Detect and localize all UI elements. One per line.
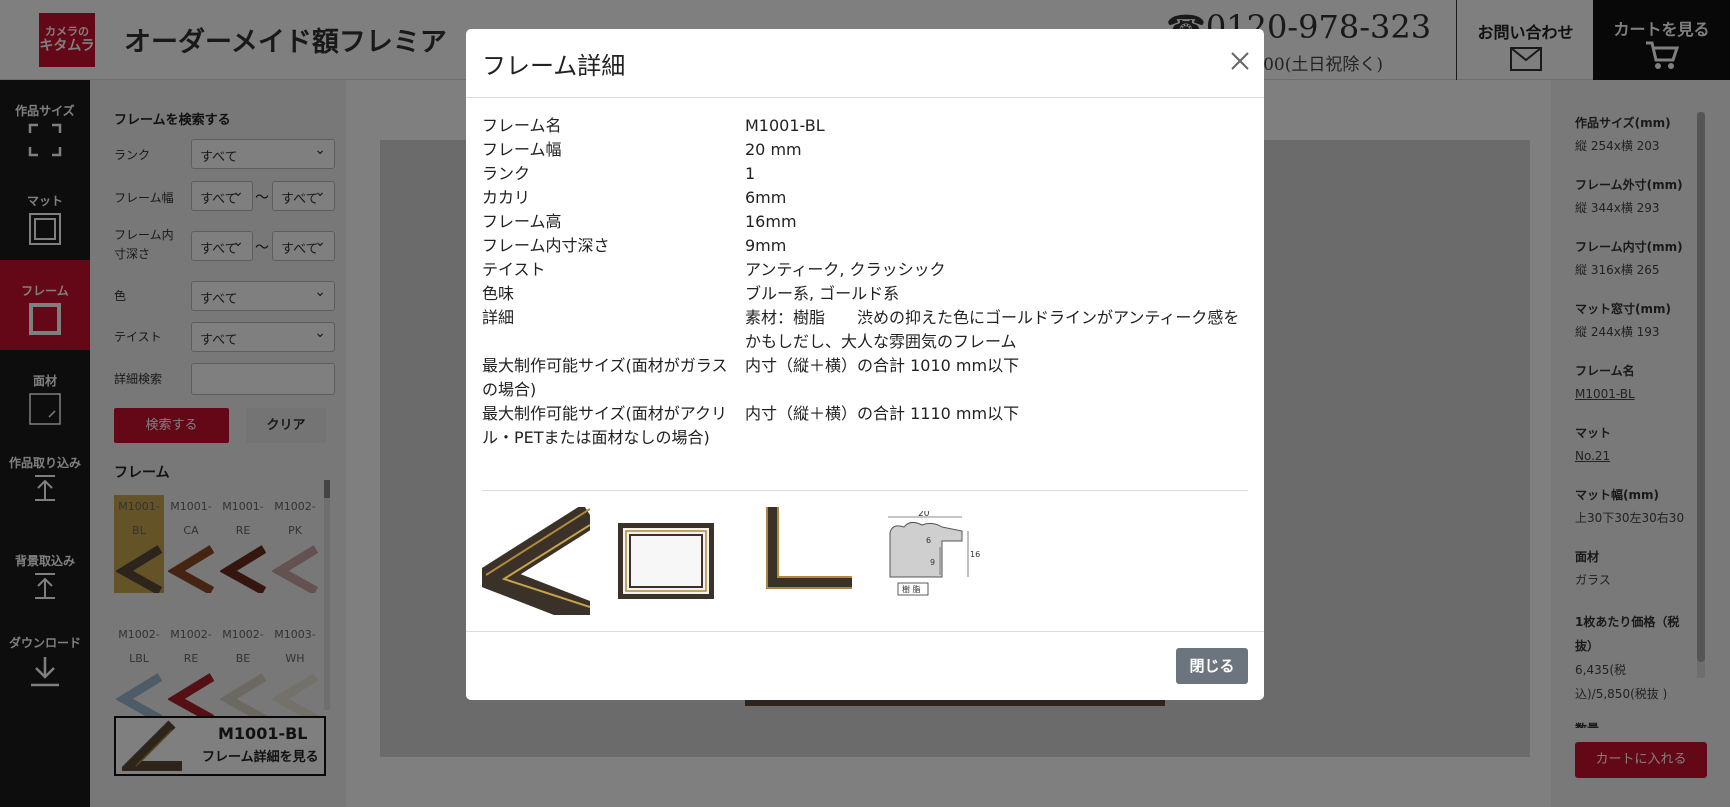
spec-key: カカリ	[482, 188, 531, 207]
spec-value: 素材：樹脂 渋めの抑えた色にゴールドラインがアンティーク感をかもしだし、大人な雰…	[745, 308, 1240, 351]
close-icon[interactable]	[1228, 49, 1252, 73]
frame-cross-section-diagram: 20 6 9 16 樹 脂	[888, 511, 980, 596]
spec-value: 内寸（縦＋横）の合計 1110 mm以下	[745, 404, 1020, 423]
modal-footer-divider	[466, 631, 1264, 632]
spec-value: アンティーク, クラッシック	[745, 260, 946, 279]
profile-kakari-text: 6	[926, 536, 931, 545]
profile-material-text: 樹 脂	[902, 584, 921, 594]
spec-key: テイスト	[482, 260, 546, 279]
spec-row: フレーム内寸深さ 9mm	[482, 234, 1248, 258]
spec-row: テイスト アンティーク, クラッシック	[482, 258, 1248, 282]
frame-corner-photo	[482, 507, 590, 615]
frame-profile-photo	[766, 507, 852, 589]
spec-value: 16mm	[745, 212, 797, 231]
profile-width-text: 20	[918, 511, 930, 519]
spec-divider	[482, 490, 1248, 491]
spec-value: M1001-BL	[745, 116, 825, 135]
spec-row: 最大制作可能サイズ(面材がアクリル・PETまたは面材なしの場合) 内寸（縦＋横）の…	[482, 402, 1248, 450]
spec-key: 最大制作可能サイズ(面材がアクリル・PETまたは面材なしの場合)	[482, 404, 727, 447]
spec-row: フレーム名 M1001-BL	[482, 114, 1248, 138]
spec-row: フレーム高 16mm	[482, 210, 1248, 234]
spec-row: カカリ 6mm	[482, 186, 1248, 210]
spec-row: ランク 1	[482, 162, 1248, 186]
spec-key: 最大制作可能サイズ(面材がガラスの場合)	[482, 356, 728, 399]
spec-value: 6mm	[745, 188, 787, 207]
spec-row: フレーム幅 20 mm	[482, 138, 1248, 162]
spec-value: 20 mm	[745, 140, 802, 159]
spec-key: 色味	[482, 284, 515, 303]
profile-depth-text: 9	[930, 558, 935, 567]
modal-title: フレーム詳細	[482, 52, 626, 80]
spec-row: 詳細 素材：樹脂 渋めの抑えた色にゴールドラインがアンティーク感をかもしだし、大人…	[482, 306, 1248, 354]
spec-row: 最大制作可能サイズ(面材がガラスの場合) 内寸（縦＋横）の合計 1010 mm以下	[482, 354, 1248, 402]
profile-height-text: 16	[970, 550, 980, 559]
spec-key: フレーム幅	[482, 140, 562, 159]
spec-value: 内寸（縦＋横）の合計 1010 mm以下	[745, 356, 1020, 375]
spec-value: ブルー系, ゴールド系	[745, 284, 900, 303]
spec-row: 色味 ブルー系, ゴールド系	[482, 282, 1248, 306]
spec-key: フレーム高	[482, 212, 562, 231]
spec-value: 1	[745, 164, 756, 183]
frame-full-photo	[618, 523, 714, 599]
spec-key: フレーム内寸深さ	[482, 236, 610, 255]
modal-header-divider	[466, 97, 1264, 98]
spec-key: フレーム名	[482, 116, 562, 135]
frame-spec-table: フレーム名 M1001-BL フレーム幅 20 mm ランク 1 カカリ 6mm フレーム高 16…	[482, 114, 1248, 450]
frame-detail-modal: フレーム詳細 フレーム名 M1001-BL フレーム幅 20 mm ランク 1 カカリ 6mm…	[466, 29, 1264, 700]
spec-value: 9mm	[745, 236, 787, 255]
spec-key: 詳細	[482, 308, 515, 327]
spec-key: ランク	[482, 164, 531, 183]
close-button[interactable]: 閉じる	[1176, 648, 1248, 684]
